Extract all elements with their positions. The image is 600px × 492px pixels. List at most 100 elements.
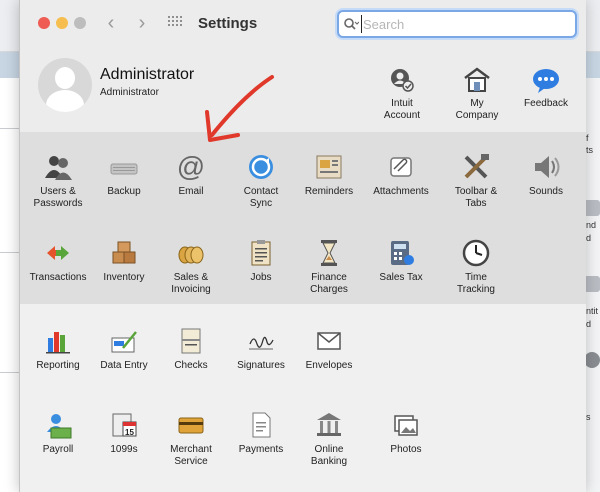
email-item[interactable]: @ Email (155, 151, 227, 198)
checks-icon (176, 326, 206, 356)
feedback-label: Feedback (524, 98, 568, 109)
background-icon (584, 276, 600, 292)
transactions-label: Transactions (29, 272, 87, 283)
payments-label: Payments (238, 444, 284, 455)
merchant-service-item[interactable]: Merchant Service (155, 410, 227, 468)
finance-charges-label: Finance Charges (310, 272, 348, 295)
finance-charges-icon (314, 238, 344, 268)
jobs-label: Jobs (250, 272, 272, 283)
attachments-label: Attachments (373, 186, 429, 197)
sales-invoicing-item[interactable]: Sales & Invoicing (155, 238, 227, 296)
background-info-icon (584, 352, 600, 368)
payments-icon (246, 410, 276, 440)
time-tracking-icon (461, 238, 491, 268)
attachments-icon (386, 152, 416, 182)
reminders-icon (314, 152, 344, 182)
my-company-button[interactable]: My Company (441, 66, 513, 122)
backup-label: Backup (107, 186, 141, 197)
sounds-icon (531, 152, 561, 182)
toolbar-tabs-item[interactable]: Toolbar & Tabs (440, 152, 512, 210)
account-name: Administrator (100, 66, 195, 83)
time-tracking-item[interactable]: Time Tracking (440, 238, 512, 296)
users-passwords-item[interactable]: Users & Passwords (22, 152, 94, 210)
users-passwords-label: Users & Passwords (33, 186, 83, 209)
inventory-label: Inventory (103, 272, 145, 283)
reporting-icon (43, 326, 73, 356)
1099s-icon: 15 (109, 410, 139, 440)
sales-icon (176, 238, 206, 268)
inventory-item[interactable]: Inventory (88, 238, 160, 284)
my-company-icon (463, 66, 491, 94)
background-text: s (586, 412, 591, 422)
sales-tax-item[interactable]: Sales Tax (365, 238, 437, 284)
backup-item[interactable]: Backup (88, 152, 160, 198)
backup-icon (109, 152, 139, 182)
photos-label: Photos (390, 444, 422, 455)
payroll-label: Payroll (42, 444, 74, 455)
intuit-account-label: Intuit Account (383, 98, 421, 121)
payments-item[interactable]: Payments (225, 410, 297, 456)
account-role: Administrator (100, 87, 159, 98)
background-text: d (586, 233, 592, 243)
reminders-label: Reminders (304, 186, 354, 197)
search-field[interactable] (337, 10, 577, 38)
online-banking-label: Online Banking (310, 444, 348, 467)
forward-button[interactable]: › (133, 12, 151, 34)
signatures-label: Signatures (237, 360, 285, 371)
sales-tax-icon (386, 238, 416, 268)
intuit-account-icon (388, 66, 416, 94)
jobs-item[interactable]: Jobs (225, 238, 297, 284)
photos-item[interactable]: Photos (370, 410, 442, 456)
data-entry-label: Data Entry (100, 360, 148, 371)
window-title: Settings (198, 15, 258, 32)
minimize-window-button[interactable] (56, 17, 68, 29)
attachments-item[interactable]: Attachments (365, 152, 437, 198)
1099s-label: 1099s (110, 444, 138, 455)
show-all-grid-icon[interactable] (168, 16, 184, 30)
my-company-label: My Company (455, 98, 499, 121)
feedback-button[interactable]: Feedback (510, 66, 582, 110)
background-text: ntit (586, 306, 599, 316)
email-label: Email (178, 186, 204, 197)
photos-icon (391, 410, 421, 440)
background-text: d (586, 319, 592, 329)
transactions-item[interactable]: Transactions (22, 238, 94, 284)
close-window-button[interactable] (38, 17, 50, 29)
background-icon (584, 200, 600, 216)
signatures-item[interactable]: Signatures (225, 326, 297, 372)
background-divider (0, 372, 19, 373)
toolbar-tabs-label: Toolbar & Tabs (454, 186, 498, 209)
search-icon (344, 18, 359, 30)
zoom-window-button[interactable] (74, 17, 86, 29)
reporting-item[interactable]: Reporting (22, 326, 94, 372)
background-text: nd (586, 220, 597, 230)
email-icon: @ (176, 151, 206, 182)
payroll-item[interactable]: Payroll (22, 410, 94, 456)
finance-charges-item[interactable]: Finance Charges (293, 238, 365, 296)
contact-sync-icon (246, 152, 276, 182)
intuit-account-button[interactable]: Intuit Account (366, 66, 438, 122)
contact-sync-item[interactable]: Contact Sync (225, 152, 297, 210)
inventory-icon (109, 238, 139, 268)
title-bar: ‹ › Settings (20, 0, 586, 48)
data-entry-item[interactable]: Data Entry (88, 326, 160, 372)
settings-window: ‹ › Settings Administrator Administrator (19, 0, 586, 492)
envelopes-item[interactable]: Envelopes (293, 326, 365, 372)
preferences-company-section: Reporting Data Entry Checks Signatures E… (20, 304, 586, 492)
signatures-icon (246, 326, 276, 356)
preferences-personal-section: Users & Passwords Backup @ Email Contact… (20, 132, 586, 304)
search-input[interactable] (361, 15, 561, 33)
feedback-icon (532, 66, 560, 94)
toolbar-icon (461, 152, 491, 182)
time-tracking-label: Time Tracking (457, 272, 495, 295)
checks-item[interactable]: Checks (155, 326, 227, 372)
1099s-item[interactable]: 15 1099s (88, 410, 160, 456)
back-button[interactable]: ‹ (102, 12, 120, 34)
online-banking-item[interactable]: Online Banking (293, 410, 365, 468)
envelopes-label: Envelopes (305, 360, 353, 371)
contact-sync-label: Contact Sync (243, 186, 279, 209)
sounds-item[interactable]: Sounds (510, 152, 582, 198)
sounds-label: Sounds (529, 186, 563, 197)
jobs-icon (246, 238, 276, 268)
reminders-item[interactable]: Reminders (293, 152, 365, 198)
